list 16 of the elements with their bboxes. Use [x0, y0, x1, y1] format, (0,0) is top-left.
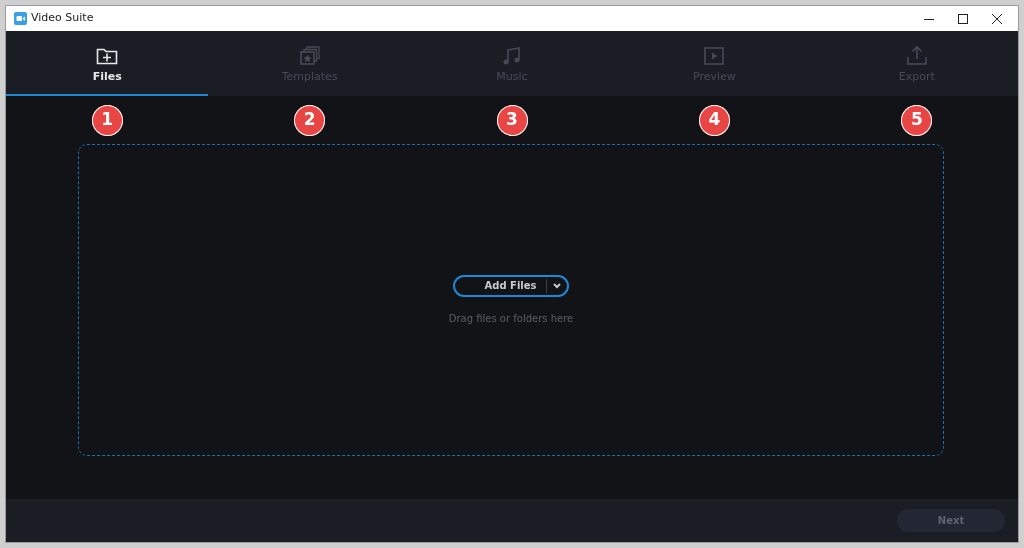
drop-hint: Drag files or folders here: [448, 311, 574, 326]
close-icon: [992, 13, 1002, 24]
drop-zone[interactable]: Add Files Drag files or folders here: [78, 144, 944, 456]
step-number: 5: [901, 104, 933, 136]
app-icon: [14, 12, 27, 25]
step-number: 3: [496, 104, 528, 136]
play-icon: [703, 44, 726, 66]
star-image-icon: [298, 44, 321, 66]
step-number: 4: [698, 104, 730, 136]
step-number: 2: [294, 104, 326, 136]
add-files-button[interactable]: Add Files: [452, 274, 570, 297]
step-number: 1: [91, 104, 123, 136]
music-note-icon: [501, 44, 523, 66]
maximize-icon: [958, 13, 968, 24]
window-title: Video Suite: [31, 10, 94, 27]
upload-icon: [905, 44, 928, 66]
